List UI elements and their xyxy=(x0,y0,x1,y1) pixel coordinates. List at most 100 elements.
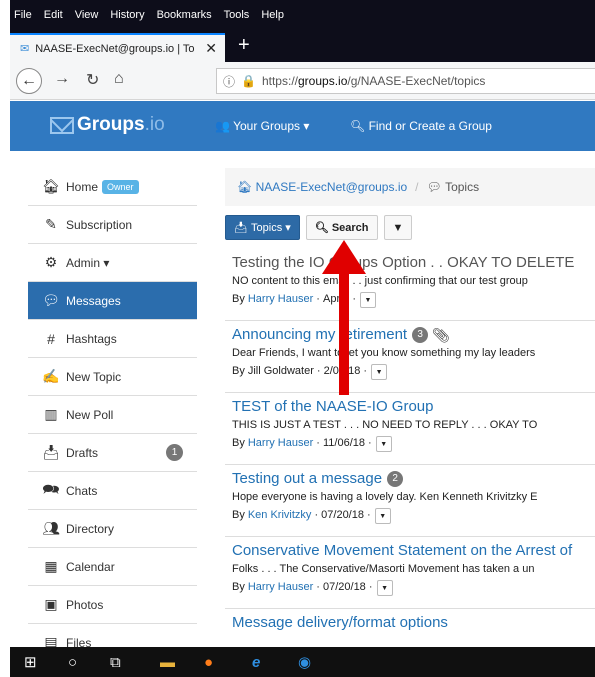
topic-options-button[interactable]: ▼ xyxy=(374,507,391,524)
file-explorer-icon[interactable]: ▬ xyxy=(160,652,175,672)
app-icon[interactable]: ◉ xyxy=(298,652,311,672)
sidebar-item-admin[interactable]: ⚙ Admin ▾ xyxy=(28,244,197,282)
filter-button[interactable]: ▼ xyxy=(383,215,413,240)
search-button-label: Search xyxy=(331,221,369,234)
sidebar-item-home[interactable]: 🏠︎ Home Owner xyxy=(28,168,197,206)
address-bar[interactable]: ⓘ 🔒 https://groups.io/g/NAASE-ExecNet/to… xyxy=(216,68,595,94)
browser-tab[interactable]: ✉ NAASE-ExecNet@groups.io | To ✕ xyxy=(10,33,225,62)
breadcrumb-current: Topics xyxy=(445,180,480,194)
topics-toolbar: 📥︎ Topics ▾ 🔍︎ Search ▼ xyxy=(225,215,595,241)
home-icon: 🏠︎ xyxy=(42,178,60,194)
firefox-icon[interactable]: ● xyxy=(204,652,213,672)
topic-author[interactable]: Harry Hauser xyxy=(248,290,313,309)
topic-options-button[interactable]: ▼ xyxy=(375,435,392,452)
menu-file[interactable]: File xyxy=(14,9,32,21)
url-prefix: https:// xyxy=(261,74,298,88)
inbox-icon: 📥︎ xyxy=(234,222,248,234)
topic-title[interactable]: Conservative Movement Statement on the A… xyxy=(232,541,595,561)
topic-title[interactable]: TEST of the NAASE-IO Group xyxy=(232,397,595,417)
topic-title[interactable]: Testing out a message xyxy=(232,469,382,489)
menu-view[interactable]: View xyxy=(75,9,99,21)
topic-author[interactable]: Harry Hauser xyxy=(248,434,313,453)
task-view-icon[interactable]: ⧉ xyxy=(110,652,121,672)
sidebar-item-new-poll[interactable]: ▥ New Poll xyxy=(28,396,197,434)
envelope-logo-icon xyxy=(50,116,74,134)
reload-icon[interactable]: ↻ xyxy=(86,70,99,90)
topics-dropdown-button[interactable]: 📥︎ Topics ▾ xyxy=(225,215,300,240)
comments-icon: 💬︎ xyxy=(42,292,60,308)
sidebar-item-label: Drafts xyxy=(66,445,99,460)
sidebar-item-label: Admin xyxy=(66,255,101,270)
topic-list: Testing the IO Groups Option . . OKAY TO… xyxy=(225,249,595,639)
users-icon: 👥︎ xyxy=(42,520,60,536)
sidebar-item-chats[interactable]: 🗪 Chats xyxy=(28,472,197,510)
cortana-icon[interactable]: ○ xyxy=(68,652,77,672)
topic-byline: By Jill Goldwater ·2/05/18 ·▼ xyxy=(232,362,595,381)
sidebar-item-photos[interactable]: ▣ Photos xyxy=(28,586,197,624)
back-button[interactable]: ← xyxy=(16,68,42,94)
topic-title[interactable]: Message delivery/format options xyxy=(232,613,595,633)
edge-icon[interactable]: e xyxy=(252,652,260,672)
sidebar-item-subscription[interactable]: ✎ Subscription xyxy=(28,206,197,244)
sidebar-item-drafts[interactable]: 📥︎ Drafts 1 xyxy=(28,434,197,472)
topic-options-button[interactable]: ▼ xyxy=(376,579,393,596)
sidebar-item-directory[interactable]: 👥︎ Directory xyxy=(28,510,197,548)
topic-row[interactable]: Testing out a message 2 Hope everyone is … xyxy=(225,465,595,537)
menu-edit[interactable]: Edit xyxy=(44,9,63,21)
topics-button-label: Topics xyxy=(251,221,283,234)
topic-title-row[interactable]: Testing out a message 2 xyxy=(232,469,595,489)
hashtag-icon: # xyxy=(47,330,55,347)
topic-row[interactable]: Testing the IO Groups Option . . OKAY TO… xyxy=(225,249,595,321)
tab-strip: ✉ NAASE-ExecNet@groups.io | To ✕ + xyxy=(10,30,595,62)
inbox-icon: 📥︎ xyxy=(42,444,60,460)
new-tab-button[interactable]: + xyxy=(238,34,250,57)
topic-byline: By Harry Hauser · 11/06/18 · ▼ xyxy=(232,434,595,453)
windows-start-icon[interactable]: ⊞ xyxy=(24,652,37,672)
groups-io-logo[interactable]: Groups .io xyxy=(50,114,165,136)
topic-title-row[interactable]: Announcing my retirement 3 📎︎ xyxy=(232,325,595,345)
search-button[interactable]: 🔍︎ Search xyxy=(305,215,378,240)
menu-tools[interactable]: Tools xyxy=(224,9,250,21)
sidebar-item-label: Home xyxy=(66,179,99,194)
main-content: 🏠︎ NAASE-ExecNet@groups.io / 💬︎ Topics 📥… xyxy=(225,168,595,639)
sidebar-item-new-topic[interactable]: ✍ New Topic xyxy=(28,358,197,396)
close-tab-icon[interactable]: ✕ xyxy=(205,40,217,57)
menu-bookmarks[interactable]: Bookmarks xyxy=(157,9,212,21)
topic-snippet: Hope everyone is having a lovely day. Ke… xyxy=(232,491,538,503)
topic-author: Jill Goldwater xyxy=(247,365,314,377)
topic-row[interactable]: Conservative Movement Statement on the A… xyxy=(225,537,595,609)
topic-date: 07/20/18 xyxy=(322,581,366,593)
topic-options-button[interactable]: ▼ xyxy=(371,363,388,380)
home-icon[interactable]: ⌂ xyxy=(114,70,124,88)
sidebar-item-hashtags[interactable]: # Hashtags xyxy=(28,320,197,358)
breadcrumb-group-link[interactable]: NAASE-ExecNet@groups.io xyxy=(256,180,408,194)
bar-chart-icon: ▥ xyxy=(44,406,58,422)
drafts-count-badge: 1 xyxy=(166,444,183,461)
search-icon: 🔍︎ xyxy=(314,222,329,234)
breadcrumb: 🏠︎ NAASE-ExecNet@groups.io / 💬︎ Topics xyxy=(225,168,595,206)
sidebar-item-messages[interactable]: 💬︎ Messages xyxy=(28,282,197,320)
topic-row[interactable]: TEST of the NAASE-IO Group THIS IS JUST … xyxy=(225,393,595,465)
sidebar-item-label: New Poll xyxy=(66,407,114,422)
find-group-link[interactable]: 🔍︎ Find or Create a Group xyxy=(350,119,492,133)
your-groups-menu[interactable]: 👥 Your Groups ▾ xyxy=(215,119,309,133)
sidebar-item-label: Subscription xyxy=(66,217,133,232)
topic-title[interactable]: Testing the IO Groups Option . . OKAY TO… xyxy=(232,253,595,273)
topic-author[interactable]: Ken Krivitzky xyxy=(248,506,312,525)
url-path: /g/NAASE-ExecNet/topics xyxy=(347,74,486,88)
topic-author[interactable]: Harry Hauser xyxy=(248,578,313,597)
topic-byline: By Harry Hauser · 07/20/18 · ▼ xyxy=(232,578,595,597)
gears-icon: ⚙ xyxy=(44,254,58,270)
breadcrumb-separator: / xyxy=(415,180,419,194)
info-icon[interactable]: ⓘ xyxy=(223,73,235,90)
menu-help[interactable]: Help xyxy=(261,9,284,21)
filter-icon: ▼ xyxy=(392,221,404,234)
comments-icon: 💬︎ xyxy=(426,180,442,194)
menu-history[interactable]: History xyxy=(110,9,144,21)
topic-row[interactable]: Message delivery/format options xyxy=(225,609,595,639)
topic-row[interactable]: Announcing my retirement 3 📎︎ Dear Friends… xyxy=(225,321,595,393)
url-host: groups.io xyxy=(298,74,348,88)
sidebar-item-calendar[interactable]: ▦ Calendar xyxy=(28,548,197,586)
forward-icon[interactable]: → xyxy=(54,70,70,88)
sidebar-item-label: Calendar xyxy=(66,559,115,574)
